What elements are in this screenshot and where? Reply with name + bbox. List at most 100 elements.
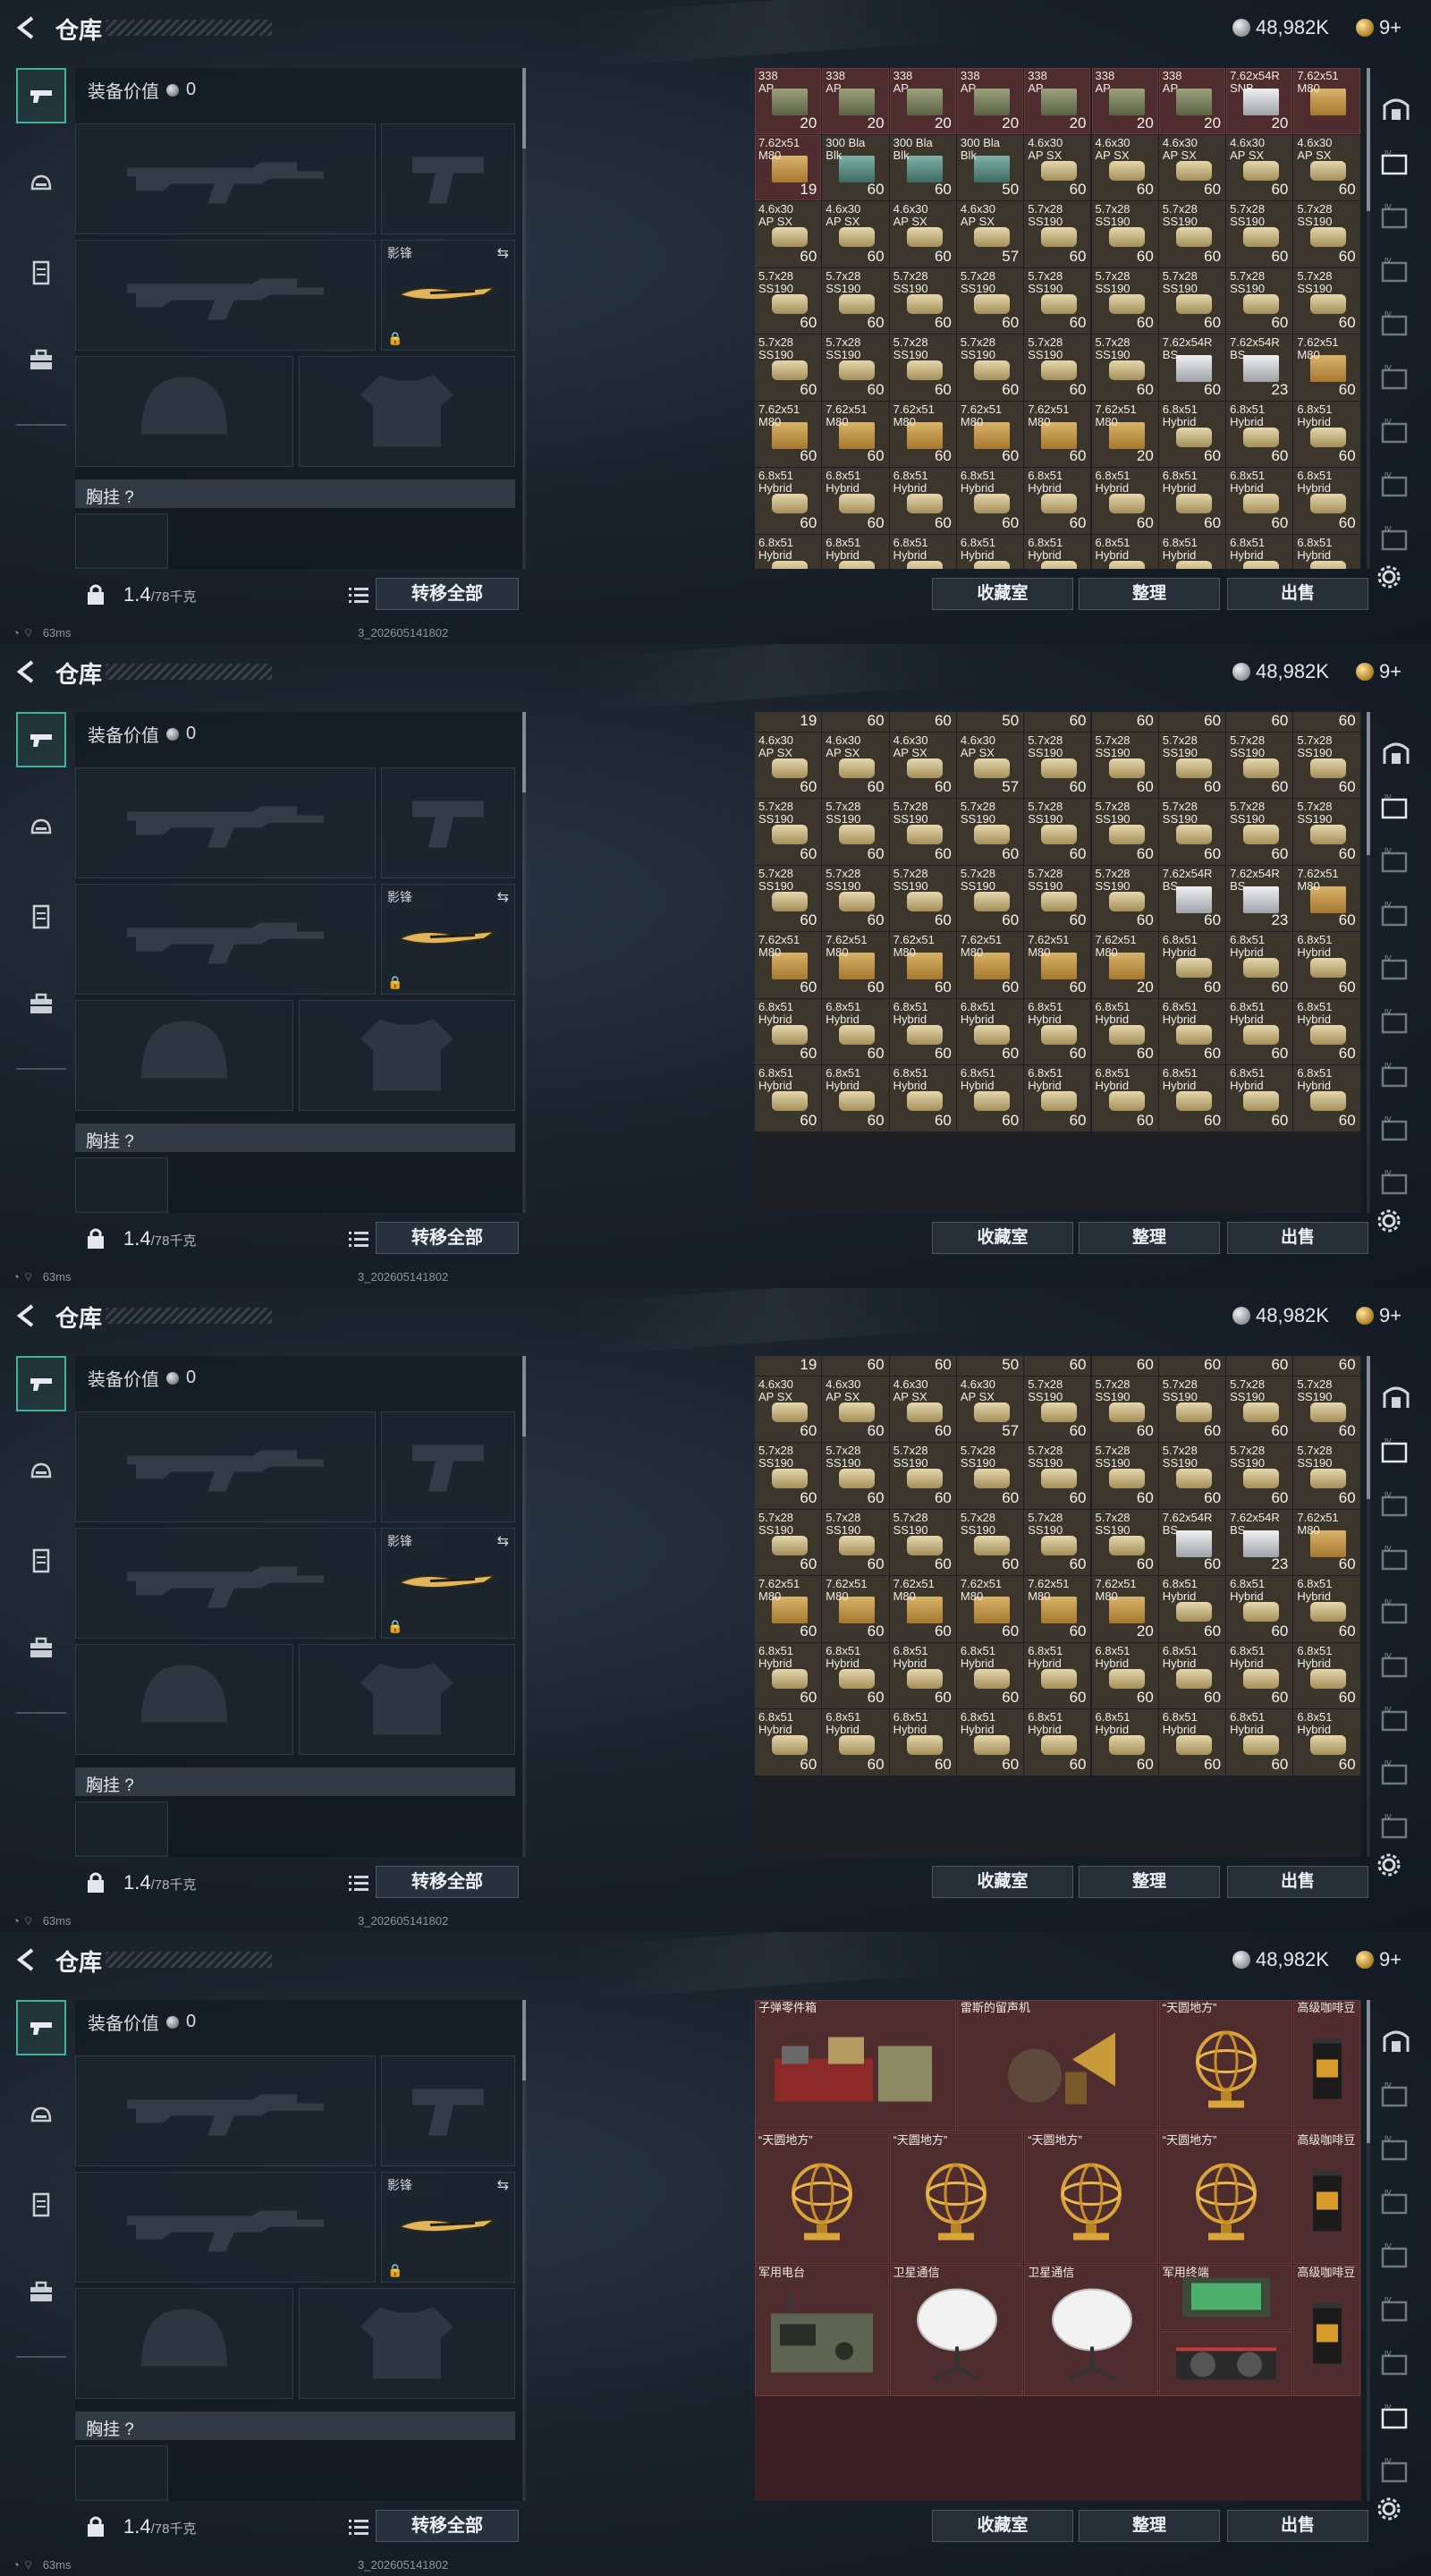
storage-tab[interactable]: IV: [1374, 2286, 1418, 2331]
settings-button[interactable]: [1376, 2496, 1402, 2529]
list-view-button[interactable]: [343, 581, 374, 608]
ammo-item[interactable]: 5.7x28 SS190 60: [1091, 732, 1158, 798]
storage-tab[interactable]: IV: [1374, 462, 1418, 506]
gold-currency[interactable]: 9+: [1356, 1948, 1401, 1971]
swap-icon[interactable]: ⇆: [497, 1532, 509, 1550]
ammo-item[interactable]: 6.8x51 Hybrid60: [1024, 1065, 1091, 1131]
ammo-item[interactable]: 5.7x28 SS190 60: [956, 267, 1024, 334]
ammo-item[interactable]: 6.8x51 Hybrid60: [822, 1065, 889, 1131]
storage-tab[interactable]: IV: [1374, 247, 1418, 292]
ammo-item[interactable]: 6.8x51 Hybrid60: [1226, 998, 1293, 1064]
ammo-item[interactable]: 5.7x28 SS190 60: [956, 335, 1024, 401]
back-button[interactable]: [13, 1302, 39, 1329]
ammo-item[interactable]: 6.8x51 Hybrid60: [1226, 401, 1293, 467]
silver-currency[interactable]: 48,982K: [1232, 16, 1329, 39]
ammo-item[interactable]: 6.8x51 Hybrid60: [1293, 998, 1360, 1064]
ammo-item[interactable]: 6.8x51 Hybrid60: [889, 998, 956, 1064]
ammo-item[interactable]: 7.62x51 M80 60: [956, 932, 1024, 998]
chest-rig-slot[interactable]: [75, 1801, 168, 1857]
rail-item-briefcase[interactable]: [16, 2265, 66, 2320]
melee-slot[interactable]: 影锋 ⇆ 🔒: [381, 884, 515, 995]
ammo-item[interactable]: 6.8x51 Hybrid60: [1293, 1065, 1360, 1131]
ammo-item[interactable]: 5.7x28 SS190 60: [1293, 1443, 1360, 1509]
secondary-weapon-slot[interactable]: [75, 240, 376, 351]
ammo-item[interactable]: 7.62x54R BS 23: [1226, 1509, 1293, 1575]
ammo-item[interactable]: 6.8x51 Hybrid60: [956, 998, 1024, 1064]
ammo-item[interactable]: 5.7x28 SS190 60: [1293, 267, 1360, 334]
ammo-item[interactable]: 6.8x51 Hybrid60: [1293, 468, 1360, 534]
settings-button[interactable]: [1376, 564, 1402, 597]
collectible-item[interactable]: “天圆地方”: [1158, 2132, 1293, 2264]
list-view-button[interactable]: [343, 1869, 374, 1896]
ammo-item[interactable]: 5.7x28 SS190 60: [1158, 799, 1226, 865]
ammo-item[interactable]: 6.8x51 Hybrid60: [1091, 1709, 1158, 1775]
ammo-item[interactable]: 5.7x28 SS190 60: [755, 335, 822, 401]
ammo-item[interactable]: 7.62x51 M80 60: [889, 932, 956, 998]
ammo-item[interactable]: 6.8x51 Hybrid60: [1158, 534, 1226, 569]
storage-tab[interactable]: IV: [1374, 1481, 1418, 1526]
rail-item-briefcase[interactable]: [16, 977, 66, 1032]
ammo-item[interactable]: 6.8x51 Hybrid60: [1226, 1642, 1293, 1708]
sell-button[interactable]: 出售: [1227, 1866, 1368, 1898]
ammo-item[interactable]: 300 Bla Blk 60: [889, 134, 956, 200]
ammo-item[interactable]: 6.8x51 Hybrid60: [1226, 1065, 1293, 1131]
storage-tab[interactable]: IV: [1374, 1642, 1418, 1687]
ammo-item[interactable]: 6.8x51 Hybrid60: [822, 1709, 889, 1775]
storage-tab[interactable]: IV: [1374, 408, 1418, 453]
ammo-item[interactable]: 5.7x28 SS190 60: [1091, 799, 1158, 865]
ammo-item[interactable]: 7.62x51 M80 60: [755, 401, 822, 467]
ammo-item[interactable]: 5.7x28 SS190 60: [1091, 865, 1158, 931]
rail-item-helmet[interactable]: [16, 157, 66, 213]
ammo-item[interactable]: 6.8x51 Hybrid60: [1091, 534, 1158, 569]
settings-button[interactable]: [1376, 1208, 1402, 1241]
transfer-all-button[interactable]: 转移全部: [376, 2510, 519, 2542]
storage-tab[interactable]: IV: [1374, 1052, 1418, 1097]
armor-slot[interactable]: [299, 356, 515, 467]
ammo-item[interactable]: 4.6x30 AP SX 60: [822, 732, 889, 798]
rail-item-gun[interactable]: [16, 712, 66, 767]
chest-rig-bar[interactable]: 胸挂 ?: [75, 2411, 515, 2440]
collectible-item[interactable]: 高级咖啡豆: [1293, 2132, 1360, 2264]
ammo-item[interactable]: 5.7x28 SS190 60: [1293, 799, 1360, 865]
collection-room-button[interactable]: 收藏室: [932, 1222, 1073, 1254]
rail-item-vest[interactable]: [16, 889, 66, 945]
ammo-item[interactable]: 5.7x28 SS190 60: [755, 1443, 822, 1509]
ammo-item[interactable]: 5.7x28 SS190 60: [1091, 267, 1158, 334]
melee-slot[interactable]: 影锋 ⇆ 🔒: [381, 1528, 515, 1639]
collectible-item[interactable]: “天圆地方”: [889, 2132, 1024, 2264]
back-button[interactable]: [13, 658, 39, 685]
equipment-scroll-thumb[interactable]: [522, 712, 526, 792]
ammo-item[interactable]: 6.8x51 Hybrid60: [822, 1642, 889, 1708]
ammo-item[interactable]: 6.8x51 Hybrid60: [1024, 468, 1091, 534]
storage-tab[interactable]: IV: [1374, 945, 1418, 989]
helmet-slot[interactable]: [75, 1000, 293, 1111]
ammo-item[interactable]: 5.7x28 SS190 60: [822, 1509, 889, 1575]
ammo-item[interactable]: 5.7x28 SS190 60: [1158, 267, 1226, 334]
ammo-item[interactable]: 5.7x28 SS190 60: [1024, 267, 1091, 334]
storage-tab[interactable]: IV: [1374, 2447, 1418, 2492]
ammo-item[interactable]: 5.7x28 SS190 60: [822, 267, 889, 334]
storage-tab[interactable]: IV: [1374, 354, 1418, 399]
ammo-item[interactable]: 6.8x51 Hybrid60: [1226, 1576, 1293, 1642]
ammo-item[interactable]: 4.6x30 AP SX 60: [1158, 134, 1226, 200]
ammo-item[interactable]: 60: [822, 712, 889, 732]
ammo-item[interactable]: 5.7x28 SS190 60: [1024, 1509, 1091, 1575]
ammo-item[interactable]: 5.7x28 SS190 60: [1024, 799, 1091, 865]
ammo-item[interactable]: 19: [755, 712, 822, 732]
ammo-item[interactable]: 6.8x51 Hybrid60: [755, 1642, 822, 1708]
collectible-item[interactable]: 卫星通信: [889, 2265, 1024, 2396]
ammo-item[interactable]: 60: [1091, 712, 1158, 732]
chest-rig-bar[interactable]: 胸挂 ?: [75, 1767, 515, 1796]
ammo-item[interactable]: 5.7x28 SS190 60: [1226, 1443, 1293, 1509]
inventory-scroll-thumb[interactable]: [1367, 1356, 1370, 1499]
ammo-item[interactable]: 6.8x51 Hybrid60: [1024, 1642, 1091, 1708]
ammo-item[interactable]: 6.8x51 Hybrid60: [1226, 1709, 1293, 1775]
ammo-item[interactable]: 4.6x30 AP SX 60: [822, 1376, 889, 1442]
storage-tab[interactable]: IV: [1374, 193, 1418, 238]
storage-tab[interactable]: [1374, 86, 1418, 131]
ammo-item[interactable]: 6.8x51 Hybrid60: [1158, 1709, 1226, 1775]
ammo-item[interactable]: 7.62x51 M80 20: [1091, 401, 1158, 467]
ammo-item[interactable]: 7.62x51 M80 20: [1091, 932, 1158, 998]
ammo-item[interactable]: 7.62x51 M80 60: [755, 932, 822, 998]
ammo-item[interactable]: 60: [1158, 1356, 1226, 1376]
